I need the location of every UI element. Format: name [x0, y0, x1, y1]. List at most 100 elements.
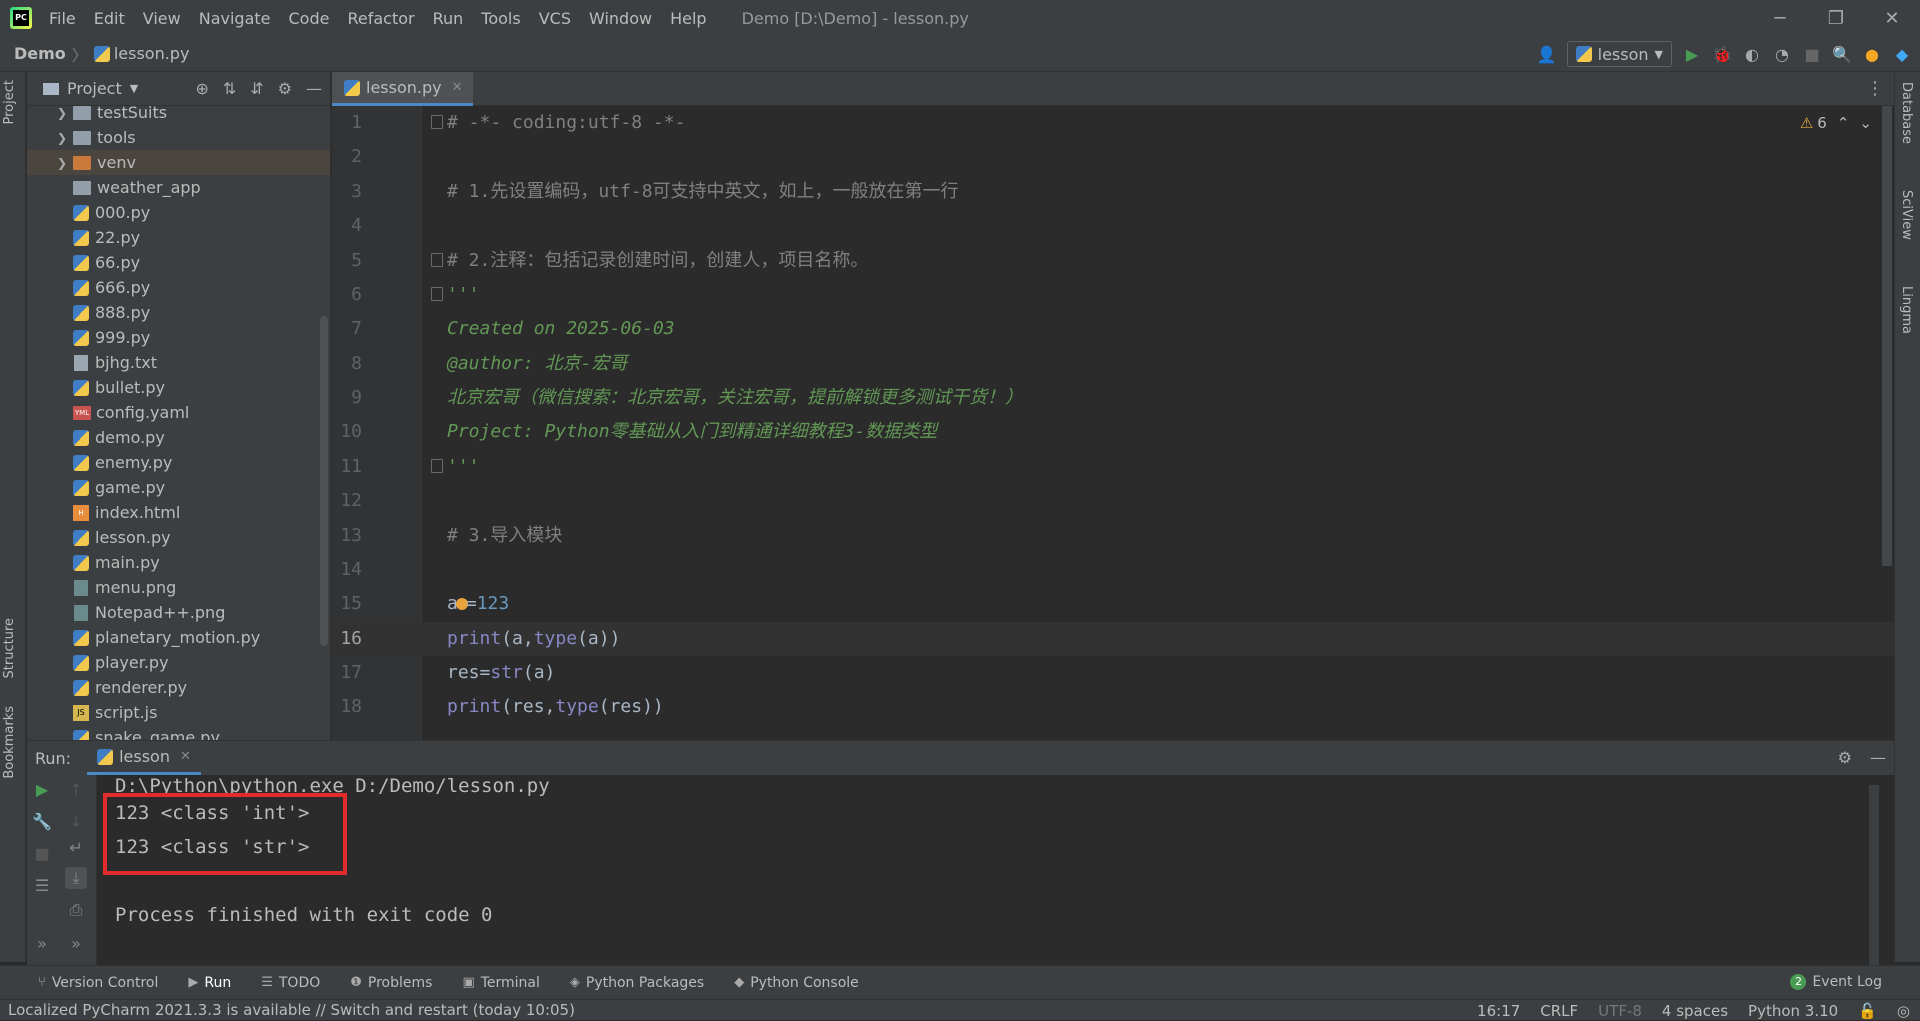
code-line[interactable]: 13 # 3.导入模块	[332, 519, 1894, 553]
debug-icon[interactable]: 🐞	[1712, 44, 1732, 64]
tool-tab-python-packages[interactable]: ◈ Python Packages	[570, 975, 704, 991]
menu-edit[interactable]: Edit	[85, 9, 134, 28]
code-line[interactable]: 18 print(res,type(res))	[332, 690, 1894, 724]
tree-item[interactable]: ❯ venv	[27, 150, 330, 175]
code-line[interactable]: 4	[332, 209, 1894, 243]
close-button[interactable]: ✕	[1864, 0, 1920, 36]
code-line[interactable]: 11 '''	[332, 450, 1894, 484]
chevron-up-icon[interactable]: ⌃	[1837, 114, 1850, 132]
tool-tab-terminal[interactable]: ▣ Terminal	[462, 975, 539, 991]
scrollbar[interactable]	[1882, 106, 1892, 566]
tree-item[interactable]: snake_game.py	[27, 725, 330, 740]
side-tab-bookmarks[interactable]: Bookmarks	[2, 706, 17, 779]
tool-tab-python-console[interactable]: ◆ Python Console	[734, 975, 859, 991]
menu-help[interactable]: Help	[661, 9, 715, 28]
code-line[interactable]: 8 @author: 北京-宏哥	[332, 347, 1894, 381]
chevron-down-icon[interactable]: ⌄	[1859, 114, 1872, 132]
tree-item[interactable]: 666.py	[27, 275, 330, 300]
close-tab-icon[interactable]: ✕	[452, 80, 463, 95]
scrollbar[interactable]	[320, 316, 328, 646]
menu-navigate[interactable]: Navigate	[190, 9, 280, 28]
hide-icon[interactable]: —	[1870, 748, 1886, 767]
run-icon[interactable]: ▶	[1682, 44, 1702, 64]
code-editor[interactable]: 1 # -*- coding:utf-8 -*- 2 3 # 1.先设置编码，utf-8…	[332, 106, 1894, 740]
code-line[interactable]: 3 # 1.先设置编码，utf-8可支持中英文，如上，一般放在第一行	[332, 175, 1894, 209]
expand-all-icon[interactable]: ⇅	[223, 79, 236, 98]
wrench-icon[interactable]: 🔧	[31, 811, 53, 833]
tree-item[interactable]: ❯ tools	[27, 125, 330, 150]
tool-tab-todo[interactable]: ☰ TODO	[261, 975, 320, 991]
code-line[interactable]: 2	[332, 140, 1894, 174]
editor-tab-lesson[interactable]: lesson.py ✕	[332, 72, 473, 106]
tree-item[interactable]: player.py	[27, 650, 330, 675]
tree-item[interactable]: Hindex.html	[27, 500, 330, 525]
run-configuration-select[interactable]: lesson ▼	[1566, 41, 1672, 67]
scroll-to-end-icon[interactable]: ⤓	[65, 867, 87, 889]
collapse-all-icon[interactable]: ⇵	[250, 79, 263, 98]
line-separator[interactable]: CRLF	[1540, 1002, 1578, 1020]
side-tab-sciview[interactable]: SciView	[1899, 190, 1914, 240]
console-output[interactable]: D:\Python\python.exe D:/Demo/lesson.py 1…	[99, 775, 1879, 970]
tree-item[interactable]: Notepad++.png	[27, 600, 330, 625]
code-line[interactable]: 10 Project: Python零基础从入门到精通详细教程3-数据类型	[332, 415, 1894, 449]
hide-icon[interactable]: —	[306, 79, 322, 98]
more-vertical-icon[interactable]: ⋮	[1866, 78, 1884, 99]
menu-tools[interactable]: Tools	[472, 9, 529, 28]
more-icon[interactable]: »	[65, 933, 87, 955]
tree-item[interactable]: 22.py	[27, 225, 330, 250]
side-tab-structure[interactable]: Structure	[2, 618, 17, 678]
tree-item[interactable]: demo.py	[27, 425, 330, 450]
menu-code[interactable]: Code	[280, 9, 339, 28]
fold-marker-icon[interactable]	[431, 252, 443, 267]
menu-file[interactable]: File	[40, 9, 85, 28]
tree-item[interactable]: JS script.js	[27, 700, 330, 725]
memory-indicator-icon[interactable]: ◎	[1897, 1002, 1910, 1020]
gear-icon[interactable]: ⚙	[278, 79, 292, 98]
down-arrow-icon[interactable]: ↓	[65, 811, 87, 833]
python-interpreter[interactable]: Python 3.10	[1748, 1002, 1838, 1020]
tree-item[interactable]: bullet.py	[27, 375, 330, 400]
menu-window[interactable]: Window	[580, 9, 661, 28]
layout-icon[interactable]: ☰	[31, 875, 53, 897]
event-log-button[interactable]: 2 Event Log	[1790, 974, 1882, 990]
tool-tab-run[interactable]: ▶ Run	[188, 975, 231, 991]
chevron-right-icon[interactable]: ❯	[51, 131, 73, 145]
code-line[interactable]: 12	[332, 484, 1894, 518]
code-line[interactable]: 9 北京宏哥（微信搜索：北京宏哥，关注宏哥，提前解锁更多测试干货！）	[332, 381, 1894, 415]
tree-item[interactable]: YML config.yaml	[27, 400, 330, 425]
soft-wrap-icon[interactable]: ↵	[65, 837, 87, 859]
rerun-icon[interactable]: ▶	[31, 779, 53, 801]
tree-item[interactable]: 66.py	[27, 250, 330, 275]
breadcrumb-root[interactable]: Demo	[14, 44, 66, 63]
update-icon[interactable]: ●	[1862, 44, 1882, 64]
tree-item[interactable]: main.py	[27, 550, 330, 575]
project-panel-title[interactable]: Project	[67, 79, 122, 98]
coverage-icon[interactable]: ◐	[1742, 44, 1762, 64]
fold-marker-icon[interactable]	[431, 458, 443, 473]
side-tab-lingma[interactable]: Lingma	[1899, 286, 1914, 334]
close-tab-icon[interactable]: ✕	[180, 749, 191, 764]
inspection-widget[interactable]: ⚠ 6 ⌃ ⌄	[1800, 114, 1872, 132]
fold-marker-icon[interactable]	[431, 286, 443, 301]
stop-icon[interactable]: ■	[31, 843, 53, 865]
chevron-right-icon[interactable]: ❯	[51, 156, 73, 170]
menu-refactor[interactable]: Refactor	[338, 9, 423, 28]
code-line[interactable]: 7 Created on 2025-06-03	[332, 312, 1894, 346]
tree-item[interactable]: 000.py	[27, 200, 330, 225]
stop-icon[interactable]: ■	[1802, 44, 1822, 64]
user-icon[interactable]: 👤	[1537, 44, 1557, 64]
breadcrumb-file[interactable]: lesson.py	[93, 44, 189, 63]
scrollbar[interactable]	[1869, 785, 1879, 970]
code-line[interactable]: 15 a =123	[332, 587, 1894, 621]
tool-tab-problems[interactable]: ❶ Problems	[350, 975, 432, 991]
locate-icon[interactable]: ⊕	[195, 79, 208, 98]
code-line[interactable]: 16 print(a,type(a))	[332, 621, 1894, 656]
search-icon[interactable]: 🔍	[1832, 44, 1852, 64]
menu-vcs[interactable]: VCS	[530, 9, 580, 28]
code-line[interactable]: 14	[332, 553, 1894, 587]
tree-item[interactable]: menu.png	[27, 575, 330, 600]
more-icon[interactable]: »	[31, 933, 53, 955]
code-line[interactable]: 17 res=str(a)	[332, 656, 1894, 690]
restore-button[interactable]: ❐	[1808, 0, 1864, 36]
indent-setting[interactable]: 4 spaces	[1662, 1002, 1728, 1020]
